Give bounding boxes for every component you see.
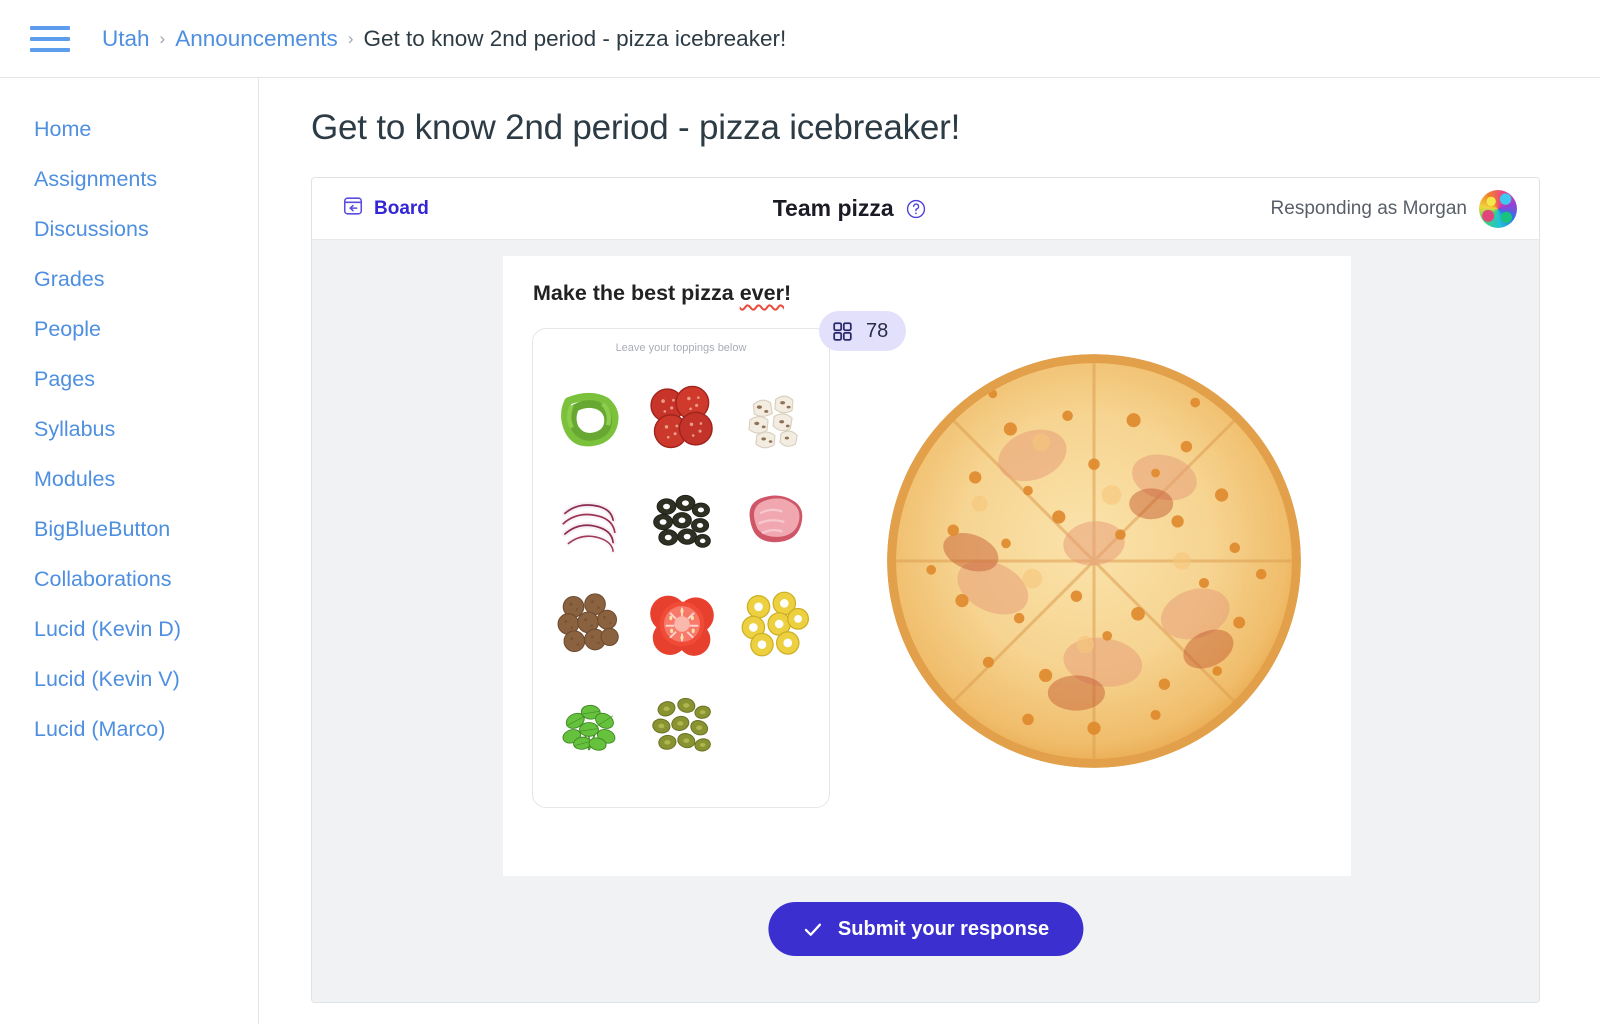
sidebar-item-grades[interactable]: Grades	[0, 254, 258, 304]
topping-banana-peppers[interactable]	[728, 573, 821, 675]
app-toolbar: Board Team pizza Responding as Morgan	[312, 178, 1539, 240]
response-count-badge[interactable]: 78	[819, 311, 907, 351]
breadcrumb-separator-icon: ›	[347, 28, 354, 48]
topping-basil[interactable]	[543, 675, 636, 777]
page-body: Home Assignments Discussions Grades Peop…	[0, 78, 1600, 1024]
responding-as-group: Responding as Morgan	[1270, 189, 1517, 228]
breadcrumb-item-current: Get to know 2nd period - pizza icebreake…	[363, 25, 787, 51]
breadcrumb-separator-icon: ›	[159, 28, 166, 48]
sidebar-item-modules[interactable]: Modules	[0, 454, 258, 504]
slide-heading: Make the best pizza ever!	[533, 281, 791, 306]
sidebar-item-lucid-kevin-v[interactable]: Lucid (Kevin V)	[0, 654, 258, 704]
sidebar-item-collaborations[interactable]: Collaborations	[0, 554, 258, 604]
board-back-label: Board	[374, 197, 429, 219]
topping-ham[interactable]	[728, 471, 821, 573]
top-bar: Utah › Announcements › Get to know 2nd p…	[0, 0, 1600, 78]
board-title-group: Team pizza	[429, 195, 1271, 222]
slide-heading-suffix: !	[783, 281, 792, 305]
sidebar-item-syllabus[interactable]: Syllabus	[0, 404, 258, 454]
hamburger-menu-icon[interactable]	[30, 19, 70, 59]
sidebar-item-people[interactable]: People	[0, 304, 258, 354]
pizza-image[interactable]	[868, 331, 1320, 791]
topping-black-olives[interactable]	[636, 471, 729, 573]
topping-jalapenos[interactable]	[636, 675, 729, 777]
sidebar-item-lucid-marco[interactable]: Lucid (Marco)	[0, 704, 258, 754]
submit-response-button[interactable]: Submit your response	[767, 902, 1084, 956]
topping-mushrooms[interactable]	[728, 369, 821, 471]
sidebar-item-home[interactable]: Home	[0, 104, 258, 154]
sidebar-item-assignments[interactable]: Assignments	[0, 154, 258, 204]
help-circle-icon[interactable]	[905, 198, 927, 220]
submit-response-label: Submit your response	[837, 917, 1050, 940]
page-title: Get to know 2nd period - pizza icebreake…	[311, 108, 961, 147]
embedded-app-frame: Board Team pizza Responding as Morgan Ma…	[311, 177, 1540, 1003]
topping-green-pepper[interactable]	[543, 369, 636, 471]
topping-red-onion[interactable]	[543, 471, 636, 573]
response-count-value: 78	[866, 319, 889, 342]
topping-pepperoni[interactable]	[636, 369, 729, 471]
sidebar-item-discussions[interactable]: Discussions	[0, 204, 258, 254]
slide: Make the best pizza ever! Leave your top…	[503, 256, 1351, 876]
panel-caption: Leave your toppings below	[615, 342, 747, 354]
sidebar-item-lucid-kevin-d[interactable]: Lucid (Kevin D)	[0, 604, 258, 654]
topping-palette-panel[interactable]: Leave your toppings below	[532, 328, 830, 808]
sidebar-item-bigbluebutton[interactable]: BigBlueButton	[0, 504, 258, 554]
topping-tomato[interactable]	[636, 573, 729, 675]
course-sidebar: Home Assignments Discussions Grades Peop…	[0, 78, 259, 1024]
breadcrumb: Utah › Announcements › Get to know 2nd p…	[102, 26, 786, 52]
check-icon	[802, 919, 823, 940]
avatar[interactable]	[1479, 189, 1517, 228]
breadcrumb-item-announcements[interactable]: Announcements	[175, 26, 338, 52]
board-back-icon	[342, 195, 364, 223]
main-content: Get to know 2nd period - pizza icebreake…	[259, 78, 1600, 1024]
topping-meatballs[interactable]	[543, 573, 636, 675]
slide-heading-misspelled-word: ever	[739, 281, 784, 305]
slide-heading-prefix: Make the best pizza	[533, 281, 740, 305]
board-canvas[interactable]: Make the best pizza ever! Leave your top…	[312, 240, 1539, 1002]
board-title: Team pizza	[772, 195, 894, 221]
breadcrumb-item-course[interactable]: Utah	[102, 26, 150, 52]
topping-grid	[543, 369, 821, 777]
responding-as-label: Responding as Morgan	[1270, 197, 1467, 219]
sidebar-item-pages[interactable]: Pages	[0, 354, 258, 404]
board-back-button[interactable]: Board	[342, 195, 429, 223]
grid-icon	[832, 321, 853, 342]
